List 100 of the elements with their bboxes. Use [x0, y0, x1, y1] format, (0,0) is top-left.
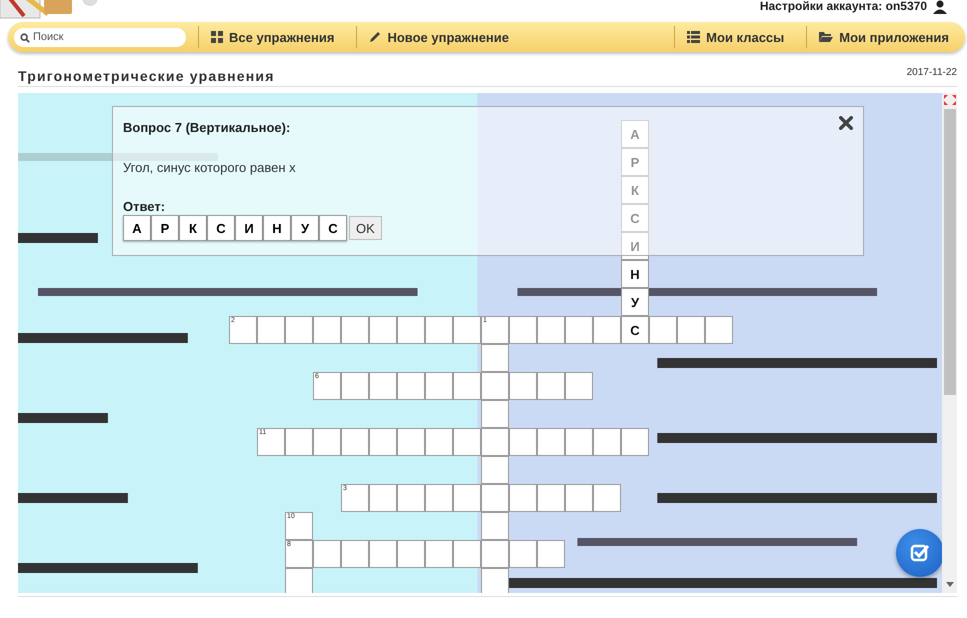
nav-link[interactable]: Мои классы — [677, 30, 794, 44]
cell-letter: Н — [630, 266, 640, 282]
crossword-cell[interactable] — [397, 372, 425, 400]
crossword-cell[interactable] — [509, 428, 537, 456]
crossword-cell[interactable] — [285, 428, 313, 456]
crossword-cell[interactable] — [481, 344, 509, 372]
crossword-cell[interactable] — [565, 484, 593, 512]
crossword-cell[interactable] — [705, 316, 733, 344]
crossword-cell[interactable] — [369, 428, 397, 456]
cell-letter: И — [630, 238, 640, 254]
crossword-cell[interactable] — [593, 484, 621, 512]
crossword-cell[interactable] — [313, 316, 341, 344]
answer-letter-box[interactable]: С — [207, 215, 235, 241]
crossword-cell[interactable] — [537, 372, 565, 400]
user-icon[interactable] — [933, 0, 947, 14]
crossword-cell[interactable] — [481, 428, 509, 456]
crossword-cell[interactable] — [509, 484, 537, 512]
crossword-cell[interactable]: У — [621, 288, 649, 316]
crossword-cell[interactable] — [593, 316, 621, 344]
crossword-cell[interactable] — [257, 316, 285, 344]
crossword-cell[interactable] — [453, 484, 481, 512]
fullscreen-icon[interactable] — [944, 95, 956, 105]
grid-icon — [211, 31, 223, 43]
crossword-cell[interactable] — [481, 372, 509, 400]
crossword-cell[interactable] — [397, 484, 425, 512]
cell-letter: С — [630, 322, 640, 338]
crossword-cell[interactable] — [369, 540, 397, 568]
crossword-cell[interactable] — [481, 400, 509, 428]
answer-letter-box[interactable]: Н — [263, 215, 291, 241]
nav-link[interactable]: Мои приложения — [809, 30, 959, 44]
search-field[interactable]: Поиск — [14, 28, 186, 46]
crossword-cell[interactable] — [341, 540, 369, 568]
crossword-cell[interactable] — [397, 540, 425, 568]
crossword-cell[interactable] — [537, 484, 565, 512]
crossword-cell[interactable] — [425, 372, 453, 400]
answer-letter-box[interactable]: Р — [151, 215, 179, 241]
crossword-cell[interactable] — [537, 428, 565, 456]
cell-letter: Р — [630, 154, 640, 170]
crossword-cell[interactable] — [649, 316, 677, 344]
crossword-cell[interactable] — [285, 568, 313, 593]
nav-link[interactable]: Новое упражнение — [359, 30, 520, 44]
crossword-cell[interactable] — [621, 428, 649, 456]
crossword-cell[interactable] — [369, 372, 397, 400]
crossword-cell[interactable] — [565, 428, 593, 456]
crossword-cell[interactable] — [509, 372, 537, 400]
crossword-cell[interactable] — [369, 484, 397, 512]
ok-button[interactable]: OK — [349, 216, 382, 240]
answer-letter-box[interactable]: К — [179, 215, 207, 241]
exercise-title: Тригонометрические уравнения — [18, 68, 275, 84]
crossword-cell[interactable]: С — [621, 316, 649, 344]
crossword-cell[interactable] — [453, 428, 481, 456]
crossword-cell[interactable] — [509, 316, 537, 344]
crossword-cell[interactable] — [593, 428, 621, 456]
crossword-cell[interactable] — [481, 568, 509, 593]
scrollbar[interactable] — [942, 93, 957, 593]
crossword-cell[interactable] — [565, 372, 593, 400]
crossword-cell[interactable]: Н — [621, 260, 649, 288]
cell-letter: С — [630, 210, 640, 226]
crossword-cell[interactable] — [453, 540, 481, 568]
crossword-cell[interactable] — [481, 484, 509, 512]
answer-letter-box[interactable]: С — [319, 215, 347, 241]
crossword-cell[interactable] — [397, 428, 425, 456]
answer-letter-box[interactable]: У — [291, 215, 319, 241]
crossword-cell[interactable] — [677, 316, 705, 344]
crossword-cell[interactable] — [425, 484, 453, 512]
account-settings-link[interactable]: Настройки аккаунта: on5370 — [760, 0, 927, 13]
crossword-cell[interactable] — [481, 540, 509, 568]
crossword-cell[interactable] — [425, 316, 453, 344]
cell-letter: А — [630, 126, 640, 142]
crossword-cell[interactable] — [481, 512, 509, 540]
crossword-cell[interactable] — [341, 428, 369, 456]
search-icon — [20, 32, 30, 42]
crossword-cell[interactable] — [341, 372, 369, 400]
pencil-icon — [369, 31, 382, 43]
checkbox-icon — [910, 543, 930, 563]
crossword-cell[interactable] — [509, 540, 537, 568]
nav-link[interactable]: Все упражнения — [201, 30, 344, 44]
crossword-cell[interactable] — [313, 540, 341, 568]
crossword-cell[interactable] — [537, 316, 565, 344]
crossword-cell[interactable] — [453, 316, 481, 344]
answer-label: Ответ: — [123, 199, 166, 214]
scrollbar-thumb[interactable] — [944, 109, 956, 395]
crossword-cell[interactable] — [369, 316, 397, 344]
crossword-cell[interactable] — [397, 316, 425, 344]
crossword-cell[interactable] — [313, 428, 341, 456]
crossword-cell[interactable] — [425, 540, 453, 568]
answer-letter-box[interactable]: А — [123, 215, 151, 241]
folder-icon — [819, 31, 834, 43]
close-icon[interactable] — [839, 116, 853, 130]
answer-letter-box[interactable]: И — [235, 215, 263, 241]
question-title: Вопрос 7 (Вертикальное): — [123, 120, 290, 135]
scroll-down-icon[interactable] — [946, 582, 954, 587]
crossword-cell[interactable] — [285, 316, 313, 344]
crossword-cell[interactable] — [425, 428, 453, 456]
crossword-cell[interactable] — [341, 316, 369, 344]
list-icon — [687, 31, 700, 43]
crossword-cell[interactable] — [453, 372, 481, 400]
crossword-cell[interactable] — [565, 316, 593, 344]
crossword-cell[interactable] — [537, 540, 565, 568]
crossword-cell[interactable] — [481, 456, 509, 484]
